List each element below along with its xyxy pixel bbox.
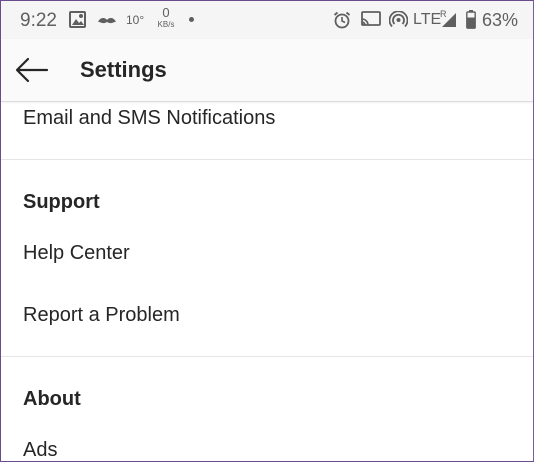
mustache-icon — [97, 14, 117, 32]
page-title: Settings — [80, 57, 167, 82]
alarm-icon — [333, 11, 351, 34]
notification-dot — [189, 17, 194, 22]
section-divider — [1, 159, 533, 160]
signal-icon — [441, 12, 457, 33]
arrow-left-icon — [15, 57, 49, 83]
back-button[interactable] — [15, 56, 49, 84]
ads-item[interactable]: Ads — [23, 439, 57, 461]
speed-unit: KB/s — [157, 20, 175, 29]
screen: 9:22 10° 0 KB/s LTE R 63% Settings Email… — [0, 0, 534, 462]
hotspot-icon — [388, 10, 409, 34]
help-center-item[interactable]: Help Center — [23, 242, 130, 265]
section-divider — [1, 356, 533, 357]
support-section-header: Support — [23, 191, 100, 213]
gallery-icon — [69, 11, 86, 33]
speed-value: 0 — [162, 5, 170, 20]
about-section-header: About — [23, 388, 81, 410]
status-bar: 9:22 10° 0 KB/s LTE R 63% — [1, 1, 533, 39]
app-bar: Settings — [1, 39, 533, 102]
battery-icon — [466, 10, 476, 34]
status-time: 9:22 — [20, 10, 57, 31]
status-temperature: 10° — [126, 13, 145, 27]
report-problem-item[interactable]: Report a Problem — [23, 304, 180, 327]
network-type: LTE — [413, 11, 442, 28]
cast-icon — [361, 11, 381, 33]
battery-percentage: 63% — [482, 10, 519, 30]
network-speed: 0 KB/s — [154, 5, 178, 30]
email-sms-notifications-item[interactable]: Email and SMS Notifications — [23, 107, 275, 130]
